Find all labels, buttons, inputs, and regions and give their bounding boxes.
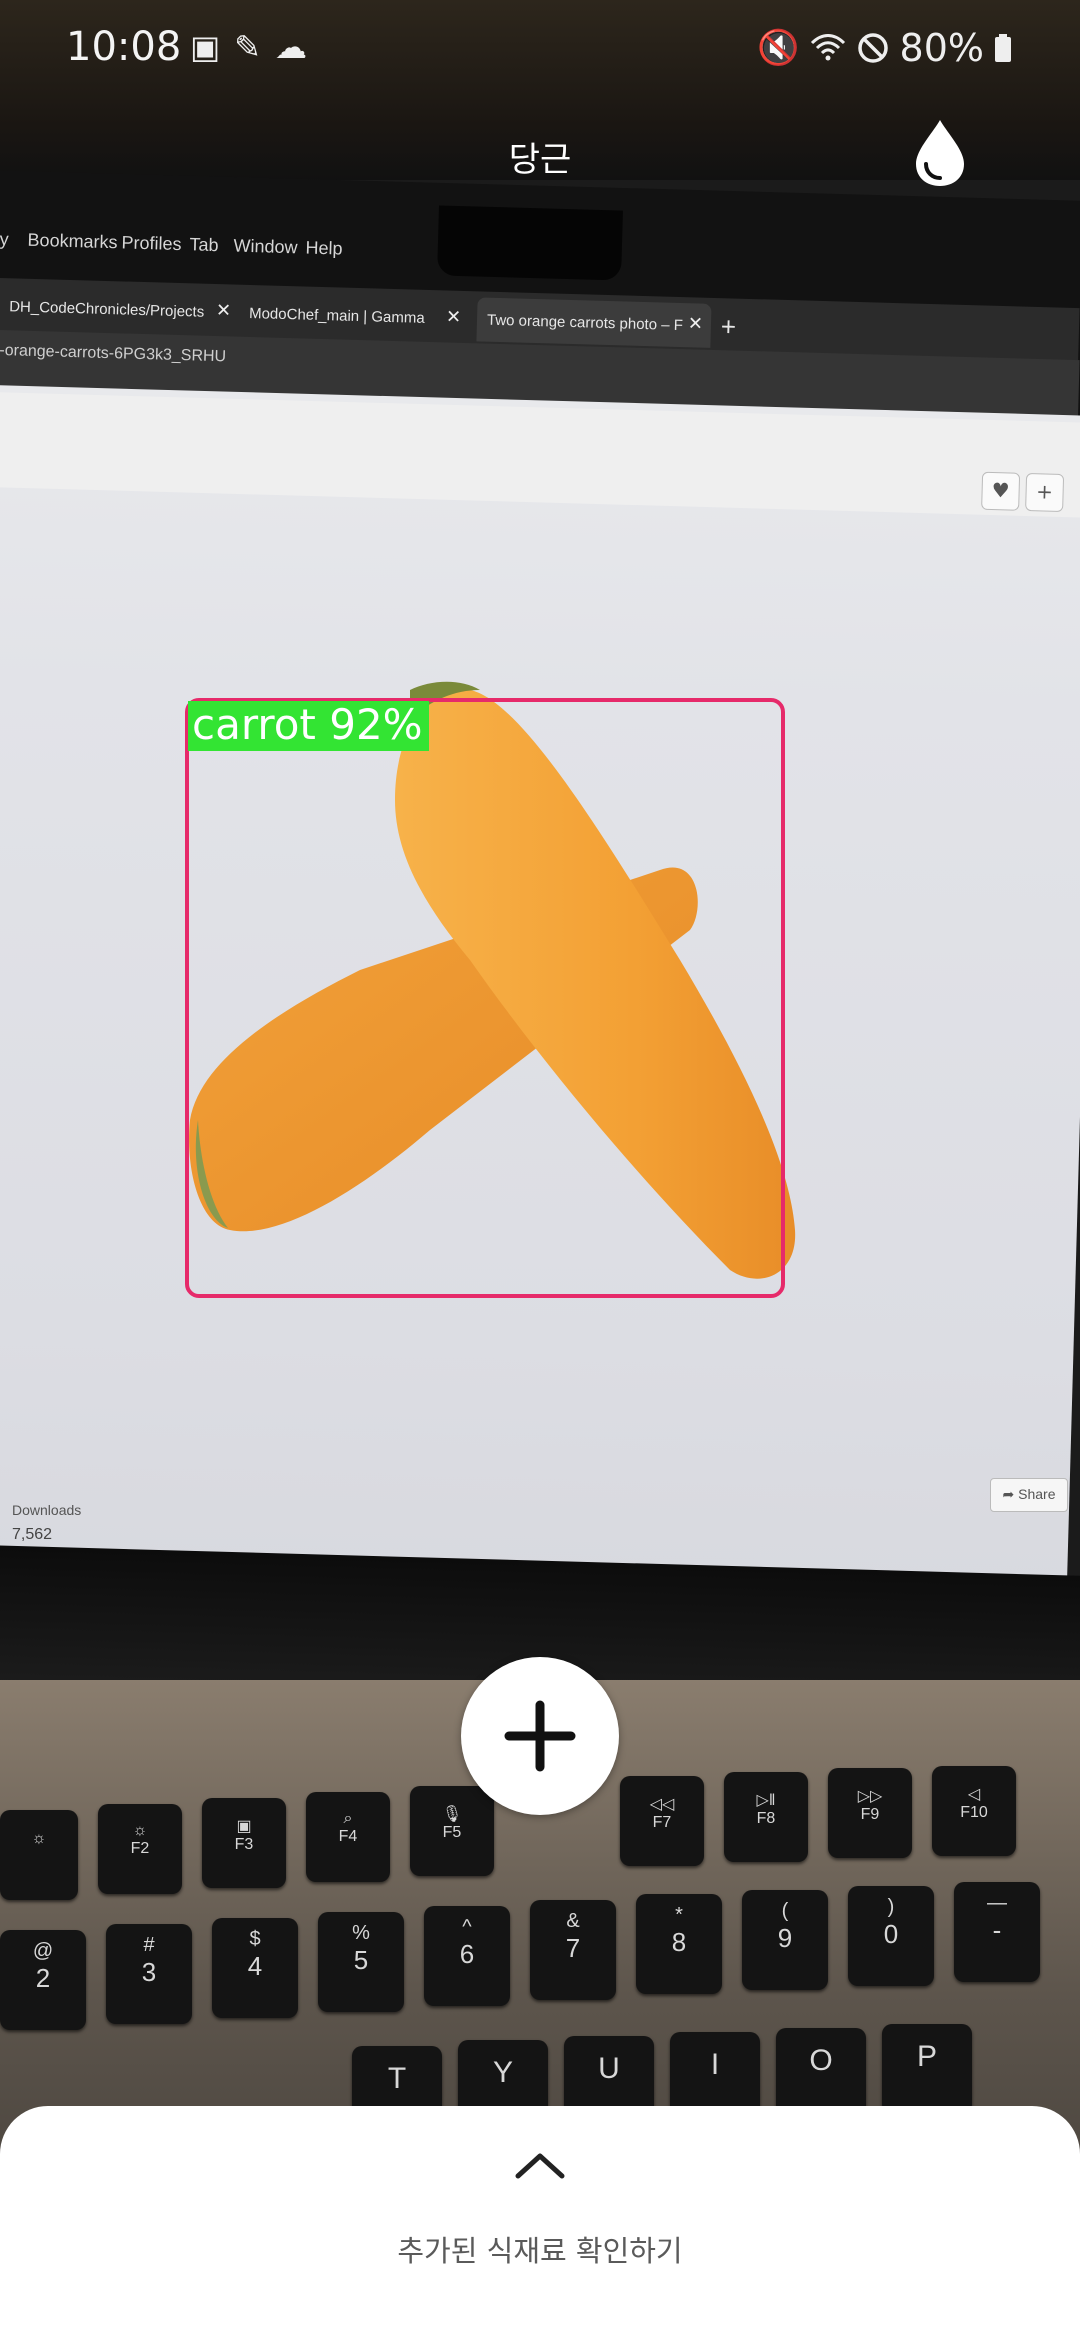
bottom-sheet[interactable] <box>0 2106 1080 2340</box>
key: #3 <box>106 1924 192 2024</box>
key: $4 <box>212 1918 298 2018</box>
view-added-ingredients-text[interactable]: 추가된 식재료 확인하기 <box>0 2228 1080 2270</box>
wifi-icon <box>810 34 845 61</box>
downloads-value: 7,562 <box>12 1526 53 1543</box>
blocked-icon <box>857 33 888 63</box>
status-time: 10:08 <box>66 24 182 70</box>
feather-icon: ✎ <box>234 28 262 66</box>
key: P <box>882 2024 972 2114</box>
battery-icon <box>995 34 1011 62</box>
key: ▣ F3 <box>202 1798 286 1888</box>
detection-bounding-box <box>185 698 785 1298</box>
plus-icon <box>504 1700 576 1772</box>
key: ▷▷ F9 <box>828 1768 912 1858</box>
key: ◁ F10 <box>932 1766 1016 1856</box>
share-label: ➦ Share <box>990 1478 1068 1512</box>
key: ☼ <box>0 1810 78 1900</box>
camera-screen: y Bookmarks Profiles Tab Window Help DH_… <box>0 0 1080 2340</box>
key: ) 0 <box>848 1886 934 1986</box>
water-drop-icon[interactable] <box>912 118 968 188</box>
chevron-up-icon[interactable] <box>510 2148 570 2182</box>
key: * 8 <box>636 1894 722 1994</box>
image-icon: ▣ <box>190 28 221 66</box>
key: ☼ F2 <box>98 1804 182 1894</box>
battery-percent: 80% <box>899 26 984 70</box>
key: ^ 6 <box>424 1906 510 2006</box>
mute-icon: 🔇 <box>757 28 800 68</box>
key: ◁◁ F7 <box>620 1776 704 1866</box>
key: (9 <box>742 1890 828 1990</box>
key: ⌕ F4 <box>306 1792 390 1882</box>
key: — - <box>954 1882 1040 1982</box>
detection-label: carrot 92% <box>188 701 429 751</box>
key: % 5 <box>318 1912 404 2012</box>
key: @2 <box>0 1930 86 2030</box>
downloads-label: Downloads <box>12 1502 82 1518</box>
laptop-notch <box>437 205 623 281</box>
cloud-icon: ☁ <box>275 28 308 66</box>
add-ingredient-button[interactable] <box>461 1657 619 1815</box>
status-bar: 10:08 ▣ ✎ ☁ 🔇 80% <box>0 0 1080 100</box>
key: O <box>776 2028 866 2118</box>
key: & 7 <box>530 1900 616 2000</box>
key: ▷‖ F8 <box>724 1772 808 1862</box>
